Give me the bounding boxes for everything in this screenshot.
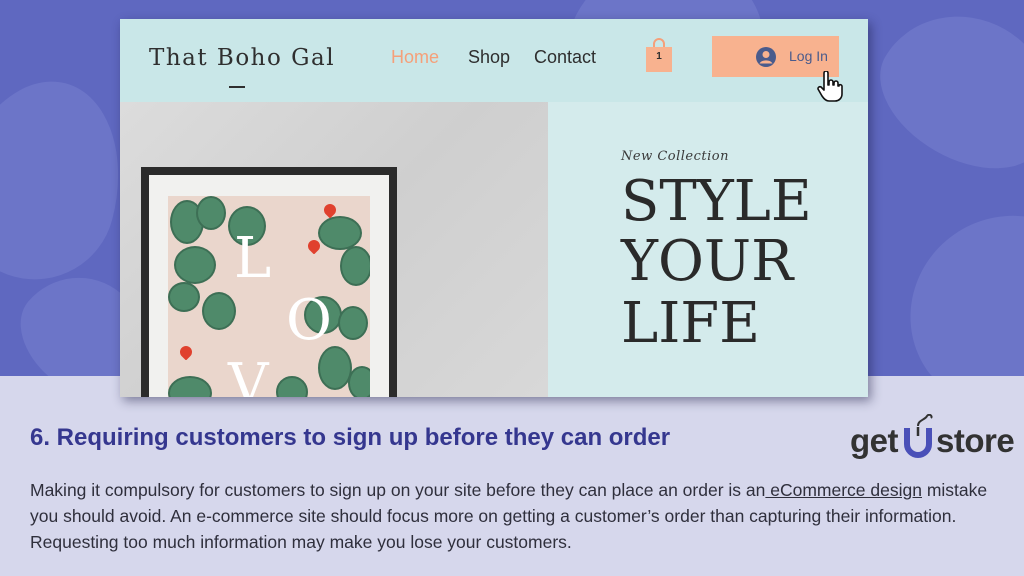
ecommerce-design-link[interactable]: eCommerce design xyxy=(765,480,922,500)
body-text-start: Making it compulsory for customers to si… xyxy=(30,480,766,500)
hero-headline-line-1: STYLE xyxy=(621,169,812,234)
print-letter-l: L xyxy=(234,226,272,291)
nav-contact[interactable]: Contact xyxy=(534,47,596,68)
love-print: L O V xyxy=(168,196,370,397)
nav-shop[interactable]: Shop xyxy=(468,47,510,68)
hero-image: L O V xyxy=(120,102,548,397)
hero-headline-line-3: LIFE xyxy=(621,291,761,356)
hero-tagline: New Collection xyxy=(621,149,729,164)
logo-text-store: store xyxy=(936,422,1015,459)
mouse-u-icon xyxy=(904,414,933,458)
print-letter-o: O xyxy=(286,288,332,353)
getustore-logo: get store xyxy=(850,400,1016,460)
hero-text-panel: New Collection STYLE YOUR LIFE xyxy=(548,102,868,397)
section-title: 6. Requiring customers to sign up before… xyxy=(30,424,671,451)
website-screenshot: That Boho Gal Home Shop Contact 1 Log In xyxy=(120,19,868,397)
section-body: Making it compulsory for customers to si… xyxy=(30,477,995,555)
site-brand[interactable]: That Boho Gal xyxy=(149,45,335,71)
logo-text-get: get xyxy=(850,422,899,459)
print-letter-v: V xyxy=(228,352,269,397)
hero-headline-line-2: YOUR xyxy=(621,229,794,294)
hand-pointer-icon xyxy=(817,71,843,102)
nav-home[interactable]: Home xyxy=(391,47,439,68)
picture-frame: L O V xyxy=(141,167,397,397)
login-label: Log In xyxy=(789,48,828,64)
site-header: That Boho Gal Home Shop Contact 1 Log In xyxy=(120,19,868,102)
user-avatar-icon xyxy=(756,47,776,67)
cart-count: 1 xyxy=(656,51,662,62)
cart-button[interactable]: 1 xyxy=(645,37,673,73)
brand-underline xyxy=(229,86,245,88)
